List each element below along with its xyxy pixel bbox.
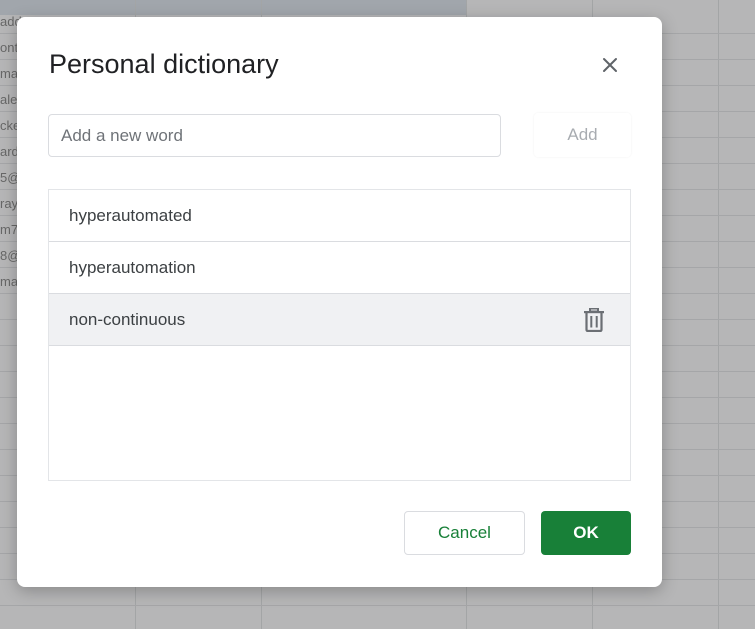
word-text: hyperautomation (69, 257, 196, 277)
word-list: hyperautomated hyperautomation non-conti… (48, 189, 631, 481)
new-word-input[interactable] (49, 115, 500, 156)
list-item[interactable]: hyperautomation (49, 242, 630, 294)
word-text: non-continuous (69, 309, 186, 329)
dialog-title: Personal dictionary (49, 49, 279, 79)
ok-button[interactable]: OK (541, 511, 631, 555)
personal-dictionary-dialog: Personal dictionary Add hyperautomated h… (17, 17, 662, 587)
trash-icon (584, 308, 604, 332)
word-text: hyperautomated (69, 205, 192, 225)
list-item[interactable]: non-continuous (49, 294, 630, 346)
close-button[interactable] (595, 50, 625, 80)
delete-word-button[interactable] (580, 306, 608, 334)
new-word-field (48, 114, 501, 157)
add-word-button[interactable]: Add (534, 113, 631, 157)
cancel-button[interactable]: Cancel (404, 511, 525, 555)
close-icon (603, 58, 617, 72)
list-item[interactable]: hyperautomated (49, 190, 630, 242)
